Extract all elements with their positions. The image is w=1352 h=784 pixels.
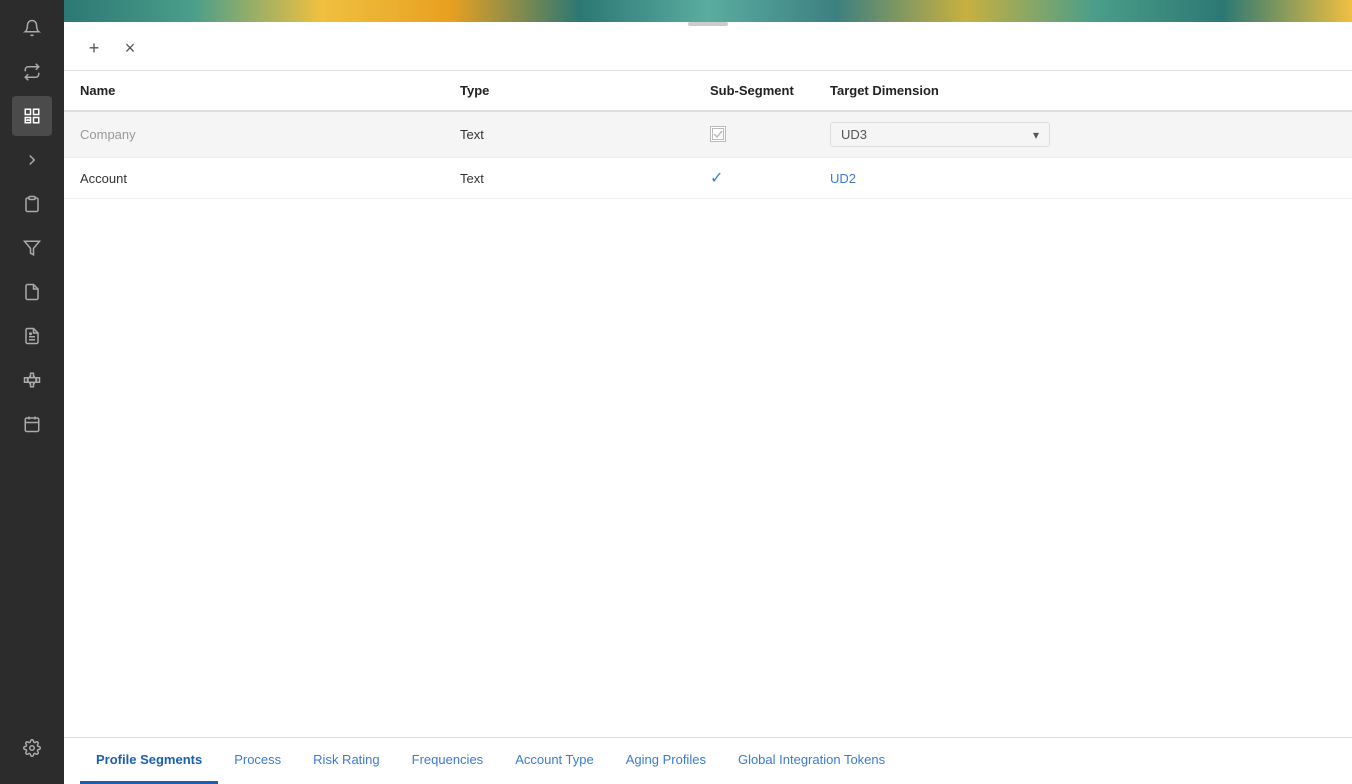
table-container: Name Type Sub-Segment Target Dimension [64, 71, 1352, 737]
target-dimension-link[interactable]: UD2 [830, 171, 856, 186]
tab-process[interactable]: Process [218, 738, 297, 784]
target-dimension-select[interactable]: UD3 ▾ [830, 122, 1050, 147]
tab-risk-rating[interactable]: Risk Rating [297, 738, 395, 784]
cell-type: Text [444, 158, 694, 199]
cell-name: Account [64, 158, 444, 199]
main-content: + × Name Type Sub-Segment [64, 0, 1352, 784]
toolbar: + × [64, 22, 1352, 71]
drag-handle [688, 22, 728, 26]
gear-icon[interactable] [12, 728, 52, 768]
hierarchy-icon[interactable] [12, 360, 52, 400]
cell-target: UD3 ▾ [814, 111, 1352, 158]
chevron-down-icon: ▾ [1033, 128, 1039, 142]
tab-aging-profiles[interactable]: Aging Profiles [610, 738, 722, 784]
bell-icon[interactable] [12, 8, 52, 48]
cell-subsegment: ✓ [694, 158, 814, 199]
table-header-row: Name Type Sub-Segment Target Dimension [64, 71, 1352, 111]
data-table: Name Type Sub-Segment Target Dimension [64, 71, 1352, 199]
name-input[interactable] [80, 127, 428, 142]
clipboard-icon[interactable] [12, 184, 52, 224]
subsegment-checkbox-checked: ✓ [710, 170, 723, 187]
cell-name [64, 111, 444, 158]
subsegment-checkbox-disabled [710, 126, 726, 142]
table-row[interactable]: Account Text ✓ UD2 [64, 158, 1352, 199]
sidebar [0, 0, 64, 784]
col-header-subsegment: Sub-Segment [694, 71, 814, 111]
cell-type: Text [444, 111, 694, 158]
col-header-target: Target Dimension [814, 71, 1352, 111]
col-header-type: Type [444, 71, 694, 111]
filter-icon[interactable] [12, 228, 52, 268]
tab-frequencies[interactable]: Frequencies [396, 738, 500, 784]
arrow-icon[interactable] [12, 140, 52, 180]
tab-global-integration-tokens[interactable]: Global Integration Tokens [722, 738, 901, 784]
top-banner [64, 0, 1352, 22]
document-icon[interactable] [12, 272, 52, 312]
col-header-name: Name [64, 71, 444, 111]
remove-button[interactable]: × [116, 34, 144, 62]
refresh-icon[interactable] [12, 52, 52, 92]
tab-account-type[interactable]: Account Type [499, 738, 610, 784]
cell-target: UD2 [814, 158, 1352, 199]
calendar-icon[interactable] [12, 404, 52, 444]
bottom-tabs: Profile Segments Process Risk Rating Fre… [64, 737, 1352, 784]
report-icon[interactable] [12, 316, 52, 356]
add-button[interactable]: + [80, 34, 108, 62]
table-row[interactable]: Text UD3 ▾ [64, 111, 1352, 158]
tab-profile-segments[interactable]: Profile Segments [80, 738, 218, 784]
cell-subsegment [694, 111, 814, 158]
profile-config-icon[interactable] [12, 96, 52, 136]
